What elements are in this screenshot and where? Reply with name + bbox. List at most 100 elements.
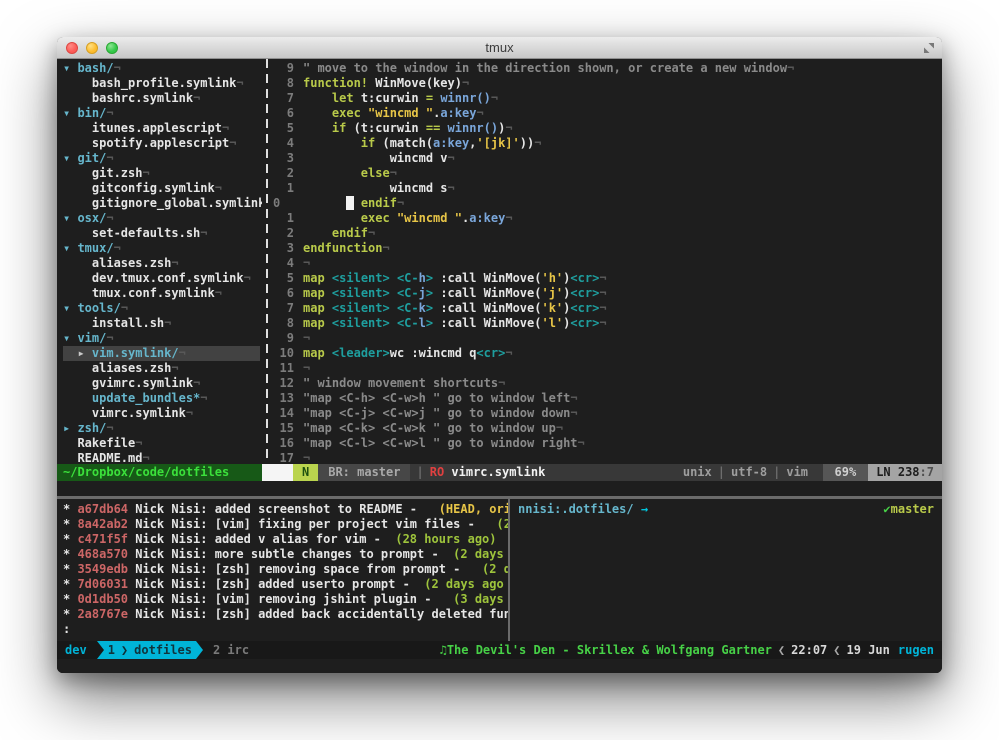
filetree-item-label: osx/	[77, 211, 106, 225]
filetree-item[interactable]: ▾ tools/¬	[63, 301, 262, 316]
editor-line[interactable]: 8function! WinMove(key)¬	[271, 76, 942, 91]
line-number: 12	[271, 376, 303, 391]
editor-line[interactable]: 1 wincmd s¬	[271, 181, 942, 196]
editor-line-text: wincmd s¬	[303, 181, 455, 196]
filetree-item[interactable]: aliases.zsh¬	[63, 256, 262, 271]
filetree-item[interactable]: README.md¬	[63, 451, 262, 464]
commit-graph-node: *	[63, 547, 77, 561]
editor-line[interactable]: 2 endif¬	[271, 226, 942, 241]
filetree-item-label: git.zsh	[92, 166, 143, 180]
commit-message: Nick Nisi: [vim] removing jshint plugin …	[128, 592, 453, 606]
editor-line[interactable]: 6map <silent> <C-j> :call WinMove('j')<c…	[271, 286, 942, 301]
eol-marker: ¬	[106, 421, 113, 435]
editor-line[interactable]: 3 wincmd v¬	[271, 151, 942, 166]
filetree-item[interactable]: ▾ tmux/¬	[63, 241, 262, 256]
filetree-item[interactable]: ▾ osx/¬	[63, 211, 262, 226]
editor-line[interactable]: 11¬	[271, 361, 942, 376]
editor-line-text: ¬	[303, 451, 310, 464]
tree-indent	[63, 76, 92, 90]
editor-line-text: ¬	[303, 256, 310, 271]
editor-line[interactable]: 9¬	[271, 331, 942, 346]
vim-command-line[interactable]	[57, 481, 942, 496]
editor-line[interactable]: 7map <silent> <C-k> :call WinMove('k')<c…	[271, 301, 942, 316]
line-number: 8	[271, 76, 303, 91]
commit-message: Nick Nisi: added v alias for vim -	[128, 532, 395, 546]
filetree-item[interactable]: install.sh¬	[63, 316, 262, 331]
editor-line[interactable]: 5map <silent> <C-h> :call WinMove('h')<c…	[271, 271, 942, 286]
editor-line[interactable]: 9" move to the window in the direction s…	[271, 61, 942, 76]
filetree-item[interactable]: set-defaults.sh¬	[63, 226, 262, 241]
syntax-token: "wincmd "	[397, 211, 462, 225]
filetree-item[interactable]: itunes.applescript¬	[63, 121, 262, 136]
filetree-item[interactable]: gitconfig.symlink¬	[63, 181, 262, 196]
statusline-filetype: vim	[786, 464, 808, 481]
editor-line[interactable]: 15"map <C-k> <C-w>k " go to window up¬	[271, 421, 942, 436]
editor-line[interactable]: 13"map <C-h> <C-w>h " go to window left¬	[271, 391, 942, 406]
tmux-session-name[interactable]: dev	[57, 641, 97, 659]
window-titlebar[interactable]: tmux	[57, 37, 942, 59]
editor-line[interactable]: 5 if (t:curwin == winnr())¬	[271, 121, 942, 136]
editor-line[interactable]: 3endfunction¬	[271, 241, 942, 256]
eol-marker: ¬	[222, 121, 229, 135]
commit-decoration: (2 days ago	[424, 577, 503, 591]
editor-line[interactable]: 4 if (match(a:key,'[jk]'))¬	[271, 136, 942, 151]
filetree-item[interactable]: update_bundles*¬	[63, 391, 262, 406]
editor-line[interactable]: 17¬	[271, 451, 942, 464]
filetree-item[interactable]: tmux.conf.symlink¬	[63, 286, 262, 301]
status-angle-separator-icon: ❮	[827, 641, 846, 659]
filetree-item[interactable]: dev.tmux.conf.symlink¬	[63, 271, 262, 286]
eol-marker: ¬	[186, 406, 193, 420]
eol-marker: ¬	[448, 181, 455, 195]
filetree-item[interactable]: aliases.zsh¬	[63, 361, 262, 376]
filetree-item[interactable]: gitignore_global.symlink¬	[63, 196, 262, 211]
editor-line[interactable]: 1 exec "wincmd ".a:key¬	[271, 211, 942, 226]
statusline-separator: |	[712, 464, 731, 481]
tmux-inactive-window-tab[interactable]: 2 irc	[203, 641, 249, 659]
vim-vertical-split[interactable]	[262, 59, 271, 464]
filetree-item[interactable]: gvimrc.symlink¬	[63, 376, 262, 391]
syntax-token: if	[361, 136, 375, 150]
editor-line[interactable]: 4¬	[271, 256, 942, 271]
filetree-item[interactable]: git.zsh¬	[63, 166, 262, 181]
filetree-item-label: bash_profile.symlink	[92, 76, 237, 90]
filetree-item[interactable]: ▾ bin/¬	[63, 106, 262, 121]
shell-prompt-line[interactable]: nnisi:.dotfiles/ → ✔master	[518, 502, 934, 517]
editor-line-text: map <silent> <C-h> :call WinMove('h')<cr…	[303, 271, 607, 286]
commit-hash: 3549edb	[77, 562, 128, 576]
editor-line[interactable]: 16"map <C-l> <C-w>l " go to window right…	[271, 436, 942, 451]
editor-line[interactable]: 6 exec "wincmd ".a:key¬	[271, 106, 942, 121]
shell-git-branch: master	[891, 502, 934, 516]
line-number: 10	[271, 346, 303, 361]
fullscreen-resize-icon[interactable]	[923, 42, 935, 54]
shell-pane[interactable]: nnisi:.dotfiles/ → ✔master	[510, 499, 942, 641]
filetree-item[interactable]: ▸ vim.symlink/¬	[63, 346, 260, 361]
tmux-active-window-tab[interactable]: 1❯dotfiles	[104, 641, 196, 659]
filetree-item-label: update_bundles*	[92, 391, 200, 405]
editor-line[interactable]: 0 endif¬	[271, 196, 942, 211]
filetree-item[interactable]: spotify.applescript¬	[63, 136, 262, 151]
tree-indent	[63, 376, 92, 390]
filetree-item[interactable]: Rakefile¬	[63, 436, 262, 451]
pager-prompt[interactable]: :	[63, 622, 508, 637]
editor-line[interactable]: 7 let t:curwin = winnr()¬	[271, 91, 942, 106]
filetree-item[interactable]: ▾ bash/¬	[63, 61, 262, 76]
editor-line[interactable]: 8map <silent> <C-l> :call WinMove('l')<c…	[271, 316, 942, 331]
filetree-item[interactable]: ▾ git/¬	[63, 151, 262, 166]
editor-line[interactable]: 12" window movement shortcuts¬	[271, 376, 942, 391]
eol-marker: ¬	[303, 361, 310, 375]
tree-indent	[63, 196, 92, 210]
editor-line[interactable]: 2 else¬	[271, 166, 942, 181]
filetree-item[interactable]: vimrc.symlink¬	[63, 406, 262, 421]
filetree-item[interactable]: ▸ zsh/¬	[63, 421, 262, 436]
filetree-item[interactable]: ▾ vim/¬	[63, 331, 262, 346]
filetree-item[interactable]: bashrc.symlink¬	[63, 91, 262, 106]
eol-marker: ¬	[200, 391, 207, 405]
statusline-readonly-flag: RO	[430, 464, 444, 481]
git-clean-check-icon: ✔	[883, 502, 890, 516]
editor-line[interactable]: 10map <leader>wc :wincmd q<cr>¬	[271, 346, 942, 361]
statusline-fileformat: unix	[683, 464, 712, 481]
line-number: 2	[271, 226, 303, 241]
filetree-item-label: set-defaults.sh	[92, 226, 200, 240]
filetree-item[interactable]: bash_profile.symlink¬	[63, 76, 262, 91]
editor-line[interactable]: 14"map <C-j> <C-w>j " go to window down¬	[271, 406, 942, 421]
